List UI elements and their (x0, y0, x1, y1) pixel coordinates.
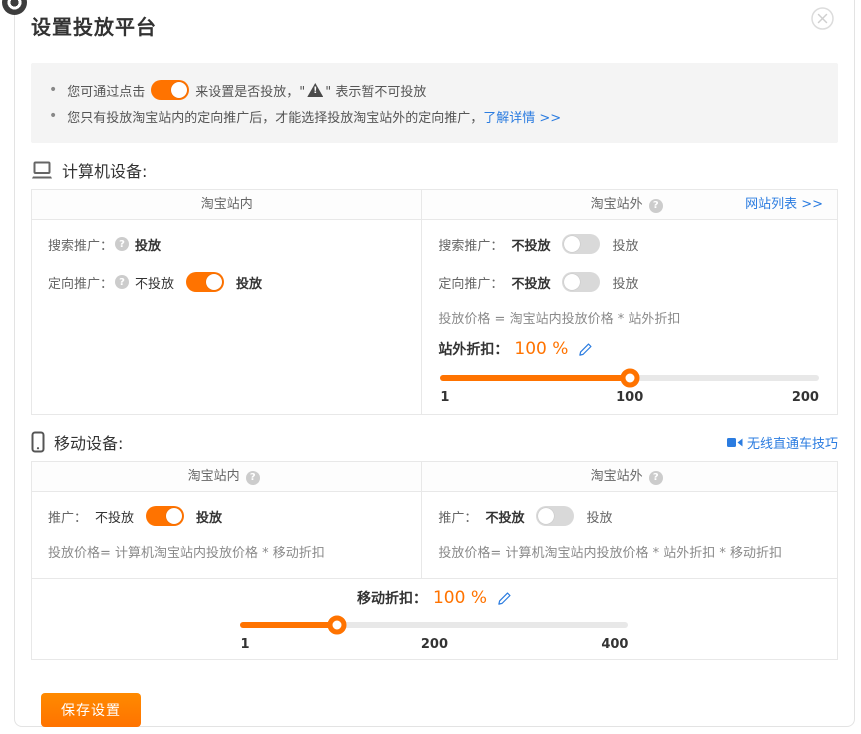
computer-icon (31, 161, 53, 180)
warning-icon: ! (307, 83, 323, 97)
target-promo-row: 定向推广： ? 不投放 投放 (48, 272, 405, 292)
bullet-icon: • (49, 108, 57, 124)
help-icon[interactable]: ? (649, 199, 663, 213)
notice-text: 您可通过点击 (67, 81, 145, 100)
mobile-onsite-header: 淘宝站内 ? (32, 462, 422, 492)
notice-text: " 表示暂不可投放 (325, 81, 426, 100)
mobile-offsite-cell: 推广： 不投放 投放 投放价格= 计算机淘宝站内投放价格 * 站外折扣 * 移动… (422, 492, 837, 578)
mobile-table: 淘宝站内 ? 淘宝站外 ? 推广： 不投放 投放 投放价格= 计算机淘宝站内投放… (31, 461, 838, 660)
help-icon[interactable]: ? (649, 471, 663, 485)
page-title: 设置投放平台 (31, 15, 838, 39)
computer-onsite-target-toggle[interactable] (186, 272, 224, 292)
on-label: 投放 (196, 507, 222, 526)
promo-row: 推广： 不投放 投放 (438, 506, 821, 526)
mobile-discount-slider[interactable] (240, 615, 628, 635)
help-icon[interactable]: ? (246, 471, 260, 485)
save-button[interactable]: 保存设置 (41, 693, 141, 727)
price-formula: 投放价格 = 淘宝站内投放价格 * 站外折扣 (438, 310, 821, 330)
mobile-discount-value: 100 % (433, 588, 487, 608)
slider-handle[interactable] (620, 369, 639, 388)
slider-handle[interactable] (328, 616, 347, 635)
bullet-icon: • (49, 82, 57, 98)
offsite-discount-slider[interactable] (440, 368, 819, 388)
computer-onsite-header: 淘宝站内 (32, 190, 422, 220)
edit-icon[interactable] (578, 342, 593, 357)
offsite-discount-value: 100 % (514, 339, 568, 359)
off-label: 不投放 (135, 273, 174, 292)
search-promo-row: 搜索推广： 不投放 投放 (438, 234, 821, 254)
notice-text: 来设置是否投放，" (195, 81, 305, 100)
mobile-onsite-promo-toggle[interactable] (146, 506, 184, 526)
mobile-onsite-cell: 推广： 不投放 投放 投放价格= 计算机淘宝站内投放价格 * 移动折扣 (32, 492, 422, 578)
mobile-section-header: 移动设备: 无线直通车技巧 (31, 429, 838, 455)
notice-box: • 您可通过点击 来设置是否投放，" ! " 表示暂不可投放 • 您只有投放淘宝… (31, 63, 838, 143)
on-label: 投放 (586, 507, 612, 526)
off-label: 不投放 (511, 273, 550, 292)
computer-section-title: 计算机设备: (62, 158, 147, 182)
mobile-slider-labels: 1 200 400 (240, 637, 628, 655)
on-label: 投放 (612, 273, 638, 292)
promo-row: 推广： 不投放 投放 (48, 506, 405, 526)
price-formula: 投放价格= 计算机淘宝站内投放价格 * 站外折扣 * 移动折扣 (438, 544, 821, 564)
search-promo-status: 投放 (135, 235, 161, 254)
site-list-link[interactable]: 网站列表 >> (745, 190, 823, 219)
mobile-offsite-promo-toggle[interactable] (536, 506, 574, 526)
computer-onsite-cell: 搜索推广： ? 投放 定向推广： ? 不投放 投放 (32, 220, 422, 414)
search-promo-row: 搜索推广： ? 投放 (48, 234, 405, 254)
settings-dialog: 设置投放平台 • 您可通过点击 来设置是否投放，" ! " 表示暂不可投放 • … (14, 0, 855, 727)
computer-offsite-cell: 搜索推广： 不投放 投放 定向推广： 不投放 投放 投放价格 = 淘宝站内投放价… (422, 220, 837, 414)
offsite-discount-line: 站外折扣： 100 % (438, 338, 821, 360)
toggle-example[interactable] (151, 80, 189, 100)
computer-table: 淘宝站内 淘宝站外 ? 网站列表 >> 搜索推广： ? 投放 定向推广： ? 不… (31, 189, 838, 415)
notice-text: 您只有投放淘宝站内的定向推广后，才能选择投放淘宝站外的定向推广， (67, 107, 483, 126)
mobile-section-title: 移动设备: (54, 430, 123, 454)
on-label: 投放 (236, 273, 262, 292)
notice-line-2: • 您只有投放淘宝站内的定向推广后，才能选择投放淘宝站外的定向推广， 了解详情 … (49, 103, 820, 129)
help-icon[interactable]: ? (115, 237, 129, 251)
phone-icon (31, 431, 45, 453)
learn-more-link[interactable]: 了解详情 >> (483, 107, 561, 126)
on-label: 投放 (612, 235, 638, 254)
off-label: 不投放 (485, 507, 524, 526)
mobile-offsite-header: 淘宝站外 ? (422, 462, 837, 492)
mobile-discount-line: 移动折扣： 100 % (48, 587, 821, 609)
mobile-discount-row: 移动折扣： 100 % 1 (32, 578, 837, 659)
offsite-slider-labels: 1 100 200 (440, 390, 819, 408)
computer-offsite-header: 淘宝站外 ? 网站列表 >> (422, 190, 837, 220)
target-promo-row: 定向推广： 不投放 投放 (438, 272, 821, 292)
wireless-tips-link[interactable]: 无线直通车技巧 (727, 433, 838, 452)
price-formula: 投放价格= 计算机淘宝站内投放价格 * 移动折扣 (48, 544, 405, 564)
off-label: 不投放 (511, 235, 550, 254)
computer-offsite-target-toggle[interactable] (562, 272, 600, 292)
notice-line-1: • 您可通过点击 来设置是否投放，" ! " 表示暂不可投放 (49, 77, 820, 103)
edit-icon[interactable] (497, 591, 512, 606)
video-icon (727, 437, 743, 448)
computer-section-header: 计算机设备: (31, 157, 838, 183)
off-label: 不投放 (95, 507, 134, 526)
computer-offsite-search-toggle[interactable] (562, 234, 600, 254)
help-icon[interactable]: ? (115, 275, 129, 289)
